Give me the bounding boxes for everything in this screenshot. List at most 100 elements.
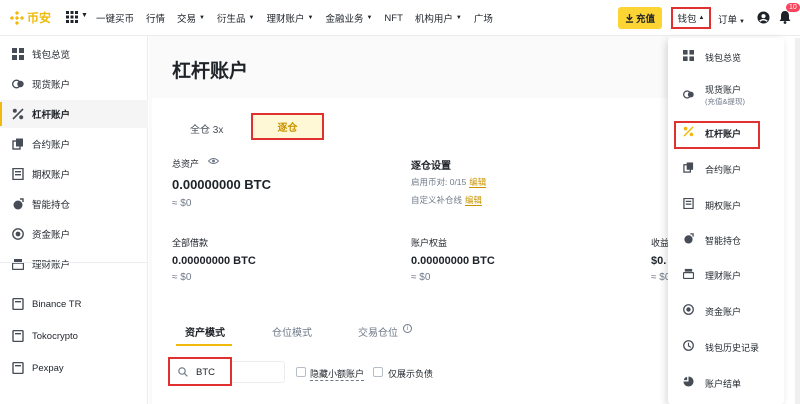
dropdown-item-funding[interactable]: 资金账户 [668, 302, 784, 318]
download-icon [625, 13, 634, 23]
notification-bell-icon[interactable] [779, 10, 791, 24]
deposit-button[interactable]: 充值 [618, 7, 662, 29]
caret-down-icon: ▼ [199, 15, 205, 21]
user-account-icon[interactable] [757, 11, 770, 24]
enabled-pairs-label: 启用币对: 0/15 [411, 177, 467, 187]
sidebar-item-margin[interactable]: 杠杆账户 [0, 100, 148, 128]
caret-down-icon: ▼ [739, 19, 745, 25]
apps-grid-icon[interactable] [66, 11, 78, 23]
nav-item-finance[interactable]: 金融业务 ▼ [325, 11, 372, 25]
nav-item-markets[interactable]: 行情 [146, 11, 165, 25]
tab-cross-margin[interactable]: 全仓 3x [190, 121, 223, 136]
dropdown-item-options[interactable]: 期权账户 [668, 196, 784, 212]
nav-item-trade[interactable]: 交易 ▼ [177, 11, 205, 25]
borrowed-usd: ≈ $0 [172, 272, 192, 283]
tab-trading-positions[interactable]: 交易仓位 [358, 324, 398, 339]
earn-icon [12, 259, 24, 270]
orders-menu-button[interactable]: 订单 ▼ [718, 12, 745, 26]
options-icon [12, 168, 24, 180]
wallet-label: 钱包 [677, 14, 697, 25]
sidebar-item-futures[interactable]: 合约账户 [0, 130, 148, 158]
wallet-menu-button[interactable]: 钱包 ▲ [671, 7, 711, 29]
eye-icon[interactable] [208, 157, 219, 165]
dashboard-icon [12, 48, 24, 60]
dropdown-item-margin[interactable]: 杠杆账户 [668, 124, 784, 140]
earn-icon [683, 268, 694, 279]
info-icon[interactable]: i [403, 324, 412, 333]
sidebar-item-spot[interactable]: 现货账户 [0, 70, 148, 98]
dropdown-item-label: 智能持仓 [705, 236, 742, 246]
dropdown-item-wallet-history[interactable]: 钱包历史记录 [668, 338, 784, 354]
margin-icon [12, 108, 24, 120]
nav-item-derivatives[interactable]: 衍生品 ▼ [217, 11, 254, 25]
equity-value: 0.00000000 BTC [411, 255, 495, 267]
page-scrollbar[interactable] [795, 38, 800, 404]
isolated-settings-title: 逐仓设置 [411, 161, 451, 172]
caret-down-icon: ▼ [307, 15, 314, 21]
caret-up-icon: ▲ [698, 15, 705, 21]
dropdown-item-statement[interactable]: 账户结单 [668, 374, 784, 390]
nav-label: NFT [384, 12, 403, 24]
sidebar-item-label: 资金账户 [32, 230, 71, 241]
sidebar-item-label: 杠杆账户 [32, 110, 71, 121]
nav-label: 衍生品 [217, 14, 246, 25]
dropdown-item-label: 钱包历史记录 [705, 343, 760, 353]
nav-item-earn[interactable]: 理财账户 ▼ [266, 11, 313, 25]
pnl-label: 收益 [651, 238, 670, 248]
nav-label: 理财账户 [266, 14, 305, 25]
spot-icon [12, 79, 24, 89]
dropdown-item-wallet-overview[interactable]: 钱包总览 [668, 48, 784, 64]
binance-logo-icon [10, 10, 24, 25]
history-icon [683, 340, 694, 351]
dropdown-item-sublabel: (充值&提现) [705, 97, 745, 106]
nav-item-square[interactable]: 广场 [474, 11, 493, 25]
sidebar-item-label: 理财账户 [32, 260, 71, 271]
show-liabilities-label[interactable]: 仅展示负债 [388, 367, 433, 380]
dashboard-icon [683, 50, 694, 61]
nav-item-nft[interactable]: NFT [384, 13, 402, 24]
edit-liquidation-link[interactable]: 编辑 [465, 195, 483, 206]
statement-icon [683, 376, 694, 387]
tab-position-mode[interactable]: 仓位模式 [272, 324, 312, 339]
options-icon [683, 198, 694, 209]
nav-label: 金融业务 [325, 14, 364, 25]
enabled-pairs-row: 启用币对: 0/15 编辑 [411, 176, 487, 188]
edit-pairs-link[interactable]: 编辑 [469, 177, 487, 188]
nav-item-buy-crypto[interactable]: 一键买币 [96, 11, 134, 25]
tokocrypto-icon [12, 330, 24, 342]
dropdown-item-smart-position[interactable]: 智能持仓 [668, 231, 784, 247]
binance-logo[interactable]: 币安 [10, 9, 51, 26]
show-liabilities-checkbox[interactable] [373, 367, 383, 377]
caret-down-icon: ▼ [248, 15, 255, 21]
dropdown-item-earn[interactable]: 理财账户 [668, 266, 784, 282]
caret-down-icon: ▼ [455, 15, 462, 21]
sidebar-item-earn[interactable]: 理财账户 [0, 250, 148, 278]
sidebar-item-pexpay[interactable]: Pexpay [0, 354, 148, 382]
sidebar-item-binance-tr[interactable]: Binance TR [0, 290, 148, 318]
tab-label: 逐仓 [277, 123, 298, 134]
sidebar: 钱包总览 现货账户 杠杆账户 合约账户 期权账户 智能持仓 资金账户 理财账户 … [0, 36, 148, 404]
logo-text: 币安 [27, 11, 52, 25]
sidebar-item-label: 钱包总览 [32, 50, 71, 61]
dropdown-item-label: 合约账户 [705, 165, 742, 175]
dropdown-item-label: 杠杆账户 [705, 129, 742, 139]
sidebar-item-funding[interactable]: 资金账户 [0, 220, 148, 248]
sidebar-item-tokocrypto[interactable]: Tokocrypto [0, 322, 148, 350]
dropdown-item-spot[interactable]: 现货账户 (充值&提现) [668, 82, 784, 108]
dropdown-item-label: 期权账户 [705, 201, 742, 211]
tab-asset-mode[interactable]: 资产模式 [185, 324, 225, 339]
hide-small-balances-checkbox[interactable] [296, 367, 306, 377]
binance-tr-icon [12, 298, 24, 310]
hide-small-balances-label[interactable]: 隐藏小额账户 [310, 367, 365, 381]
dropdown-item-futures[interactable]: 合约账户 [668, 160, 784, 176]
borrowed-label: 全部借款 [172, 238, 209, 248]
tab-isolated-margin[interactable]: 逐仓 [251, 113, 324, 140]
dropdown-item-label: 钱包总览 [705, 53, 742, 63]
nav-item-institutional[interactable]: 机构用户 ▼ [415, 11, 462, 25]
search-input-extension[interactable] [230, 361, 285, 383]
sidebar-item-options[interactable]: 期权账户 [0, 160, 148, 188]
total-assets-value: 0.00000000 BTC [172, 177, 272, 192]
nav-label: 机构用户 [414, 14, 453, 25]
sidebar-item-wallet-overview[interactable]: 钱包总览 [0, 40, 148, 68]
sidebar-item-smart-position[interactable]: 智能持仓 [0, 190, 148, 218]
